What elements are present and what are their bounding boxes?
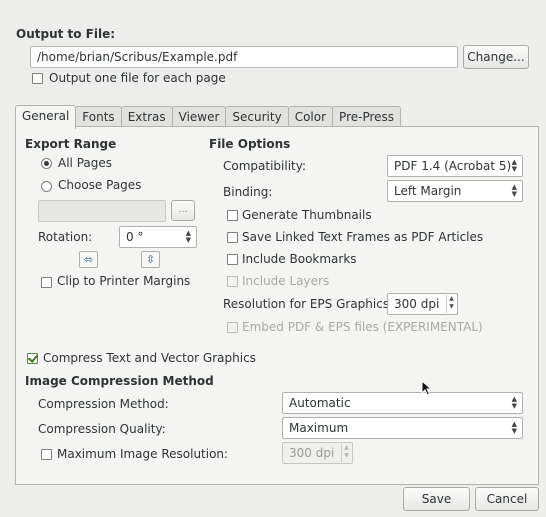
chevron-updown-icon: ▲ ▼ — [511, 395, 517, 410]
spinbox-arrows-icon[interactable]: ▲ ▼ — [446, 295, 456, 313]
choose-pages-label: Choose Pages — [58, 178, 142, 192]
change-button[interactable]: Change... — [463, 45, 529, 69]
rotation-label: Rotation: — [38, 230, 93, 244]
all-pages-label: All Pages — [58, 156, 112, 170]
compress-text-checkbox[interactable] — [27, 353, 38, 364]
eps-resolution-value: 300 dpi — [394, 297, 440, 311]
export-range-title: Export Range — [25, 137, 117, 151]
clip-margins-label: Clip to Printer Margins — [57, 274, 191, 288]
embed-pdf-eps-label: Embed PDF & EPS files (EXPERIMENTAL) — [242, 320, 483, 334]
eps-resolution-label: Resolution for EPS Graphics: — [223, 297, 394, 311]
generate-thumbnails-checkbox[interactable] — [227, 210, 238, 221]
save-button[interactable]: Save — [403, 487, 470, 511]
compatibility-label: Compatibility: — [223, 159, 307, 173]
max-image-resolution-checkbox[interactable] — [41, 449, 52, 460]
clip-margins-checkbox[interactable] — [41, 277, 52, 288]
include-bookmarks-checkbox[interactable] — [227, 254, 238, 265]
embed-pdf-eps-checkbox[interactable] — [227, 322, 238, 333]
max-image-resolution-label: Maximum Image Resolution: — [57, 447, 229, 461]
binding-select[interactable]: Left Margin ▲ ▼ — [387, 180, 523, 202]
mirror-horizontal-icon[interactable]: ⬄ — [79, 251, 98, 268]
binding-value: Left Margin — [394, 184, 462, 198]
compression-quality-label: Compression Quality: — [38, 422, 166, 436]
compression-quality-select[interactable]: Maximum ▲ ▼ — [282, 417, 523, 439]
output-title: Output to File: — [16, 27, 116, 41]
tab-bar: General Fonts Extras Viewer Security Col… — [15, 104, 402, 129]
all-pages-radio[interactable] — [41, 158, 52, 169]
generate-thumbnails-label: Generate Thumbnails — [242, 208, 372, 222]
save-linked-frames-checkbox[interactable] — [227, 232, 238, 243]
save-linked-frames-label: Save Linked Text Frames as PDF Articles — [242, 230, 484, 244]
compression-method-value: Automatic — [289, 396, 351, 410]
binding-label: Binding: — [223, 185, 273, 199]
tab-general[interactable]: General — [15, 105, 77, 129]
include-bookmarks-label: Include Bookmarks — [242, 252, 357, 266]
compatibility-value: PDF 1.4 (Acrobat 5) — [394, 159, 512, 173]
spinbox-arrows-icon[interactable]: ▲ ▼ — [341, 444, 351, 462]
compression-quality-value: Maximum — [289, 421, 349, 435]
compatibility-select[interactable]: PDF 1.4 (Acrobat 5) ▲ ▼ — [387, 155, 523, 177]
pages-field[interactable] — [38, 200, 166, 222]
rotation-spinbox[interactable]: 0 ° ▲ ▼ — [119, 226, 197, 248]
cancel-button[interactable]: Cancel — [475, 487, 539, 511]
chevron-updown-icon: ▲ ▼ — [511, 158, 517, 173]
max-image-resolution-spinbox[interactable]: 300 dpi ▲ ▼ — [282, 442, 353, 464]
mirror-vertical-icon[interactable]: ⇳ — [141, 251, 160, 268]
choose-pages-radio[interactable] — [41, 181, 52, 192]
pages-browse-button[interactable]: ... — [171, 200, 195, 221]
chevron-updown-icon: ▲ ▼ — [511, 420, 517, 435]
eps-resolution-spinbox[interactable]: 300 dpi ▲ ▼ — [387, 293, 458, 315]
output-path-field[interactable]: /home/brian/Scribus/Example.pdf — [30, 46, 458, 68]
compress-text-label: Compress Text and Vector Graphics — [43, 351, 256, 365]
chevron-updown-icon: ▲ ▼ — [511, 183, 517, 198]
rotation-value: 0 ° — [126, 230, 144, 244]
spinbox-arrows-icon[interactable]: ▲ ▼ — [186, 230, 191, 244]
max-image-resolution-value: 300 dpi — [289, 446, 335, 460]
mouse-cursor-icon — [421, 380, 433, 396]
one-file-per-page-label: Output one file for each page — [49, 71, 226, 85]
compression-method-label: Compression Method: — [38, 397, 169, 411]
compression-method-select[interactable]: Automatic ▲ ▼ — [282, 392, 523, 414]
include-layers-checkbox[interactable] — [227, 276, 238, 287]
one-file-per-page-checkbox[interactable] — [32, 73, 43, 84]
include-layers-label: Include Layers — [242, 274, 330, 288]
file-options-title: File Options — [209, 137, 291, 151]
image-compression-title: Image Compression Method — [25, 374, 214, 388]
